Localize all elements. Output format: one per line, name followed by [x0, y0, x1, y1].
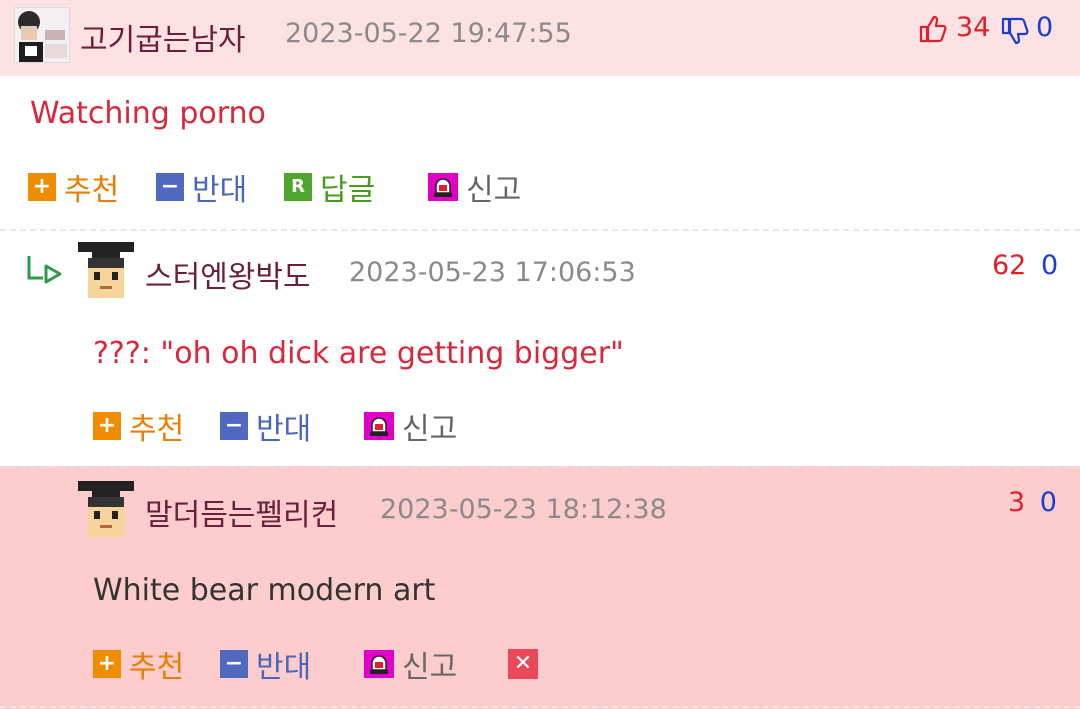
report-button[interactable]: 신고: [364, 644, 458, 685]
downvote-label: 반대: [256, 412, 312, 447]
downvote-label: 반대: [192, 173, 248, 208]
upvote-button[interactable]: + 추천: [93, 644, 185, 685]
reply-r-icon: R: [284, 173, 312, 201]
avatar-photo-icon: [15, 8, 69, 62]
plus-icon: +: [93, 650, 121, 678]
downvote-button[interactable]: − 반대: [220, 406, 312, 447]
comment-author[interactable]: 고기굽는남자: [80, 15, 246, 59]
upvote-button[interactable]: + 추천: [28, 167, 120, 208]
delete-button[interactable]: ✕: [508, 644, 546, 684]
thumbs-down-icon[interactable]: [1000, 16, 1030, 53]
report-button[interactable]: 신고: [428, 167, 522, 208]
downvote-button[interactable]: − 반대: [156, 167, 248, 208]
report-button[interactable]: 신고: [364, 406, 458, 447]
pixel-avatar-icon: [78, 242, 134, 298]
comment-actions: + 추천 − 반대 신고 ✕: [93, 644, 593, 685]
down-count: 0: [1036, 12, 1054, 43]
reply-label: 답글: [320, 173, 376, 208]
thumbs-up-icon[interactable]: [918, 14, 948, 51]
plus-icon: +: [93, 412, 121, 440]
downvote-button[interactable]: − 반대: [220, 644, 312, 685]
pixel-avatar-icon: [78, 481, 134, 537]
comment-actions: + 추천 − 반대 R 답글 신고: [28, 167, 628, 208]
siren-icon: [364, 650, 394, 678]
comment-list: 고기굽는남자 2023-05-22 19:47:55 34 0 Watching…: [0, 0, 1080, 709]
minus-icon: −: [220, 412, 248, 440]
down-count: 0: [1039, 487, 1057, 518]
comment-vote-counts: 3 0: [1008, 487, 1057, 518]
comment-vote-counts: 62 0: [992, 250, 1058, 281]
comment-text: ???: "oh oh dick are getting bigger": [93, 336, 624, 371]
comment-text: Watching porno: [30, 96, 266, 131]
divider: [0, 706, 1080, 708]
report-label: 신고: [402, 650, 458, 685]
report-label: 신고: [466, 173, 522, 208]
minus-icon: −: [220, 650, 248, 678]
comment-date: 2023-05-23 17:06:53: [349, 257, 636, 288]
downvote-label: 반대: [256, 650, 312, 685]
comment-date: 2023-05-22 19:47:55: [285, 18, 572, 49]
report-label: 신고: [402, 412, 458, 447]
reply-button[interactable]: R 답글: [284, 167, 376, 208]
comment-author[interactable]: 스터엔왕박도: [145, 252, 311, 296]
up-count: 34: [956, 12, 991, 43]
avatar[interactable]: [14, 7, 70, 63]
avatar[interactable]: [78, 481, 134, 539]
plus-icon: +: [28, 173, 56, 201]
avatar[interactable]: [78, 242, 134, 300]
comment-actions: + 추천 − 반대 신고: [93, 406, 593, 447]
divider: [0, 229, 1080, 231]
minus-icon: −: [156, 173, 184, 201]
upvote-label: 추천: [129, 412, 185, 447]
upvote-button[interactable]: + 추천: [93, 406, 185, 447]
reply-arrow-icon: [26, 254, 66, 290]
upvote-label: 추천: [129, 650, 185, 685]
comment-author[interactable]: 말더듬는펠리컨: [145, 490, 338, 534]
siren-icon: [364, 412, 394, 440]
siren-icon: [428, 173, 458, 201]
close-icon: ✕: [508, 649, 538, 679]
upvote-label: 추천: [64, 173, 120, 208]
divider: [0, 466, 1080, 468]
comment-text: White bear modern art: [93, 573, 436, 608]
comment-date: 2023-05-23 18:12:38: [380, 494, 667, 525]
up-count: 3: [1008, 487, 1026, 518]
down-count: 0: [1040, 250, 1059, 281]
up-count: 62: [992, 250, 1027, 281]
